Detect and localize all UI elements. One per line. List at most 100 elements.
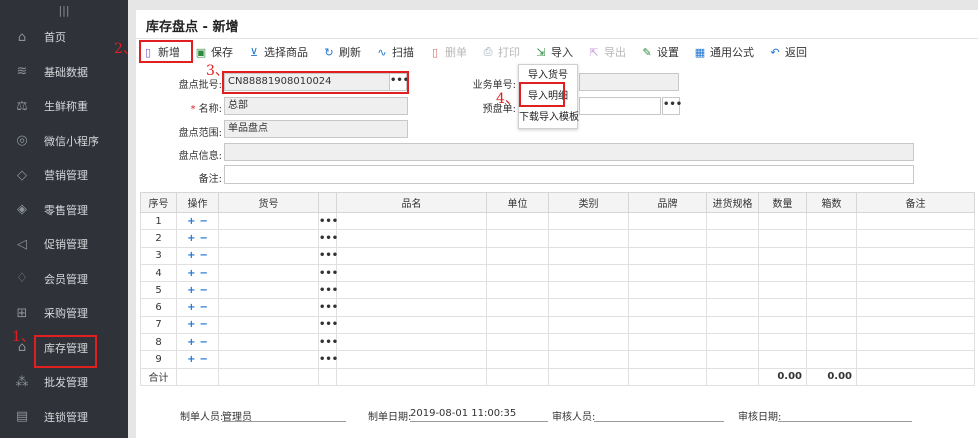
toolbar-button[interactable]: ▣ 保存 [189, 42, 242, 62]
table-cell[interactable] [548, 211, 629, 231]
table-cell[interactable] [548, 246, 629, 265]
table-cell[interactable] [856, 229, 975, 248]
table-cell[interactable] [706, 333, 759, 352]
add-row-icon[interactable]: + [187, 354, 195, 365]
table-cell[interactable] [548, 315, 629, 335]
table-cell[interactable] [706, 281, 759, 300]
item-code-cell[interactable] [218, 315, 319, 335]
table-cell[interactable] [758, 246, 807, 265]
sidebar-item[interactable]: ◇ 营销管理 [0, 158, 128, 193]
item-code-cell[interactable] [218, 298, 319, 317]
sidebar-item[interactable]: ⚖ 生鲜称重 [0, 89, 128, 124]
table-cell[interactable] [548, 263, 629, 283]
table-cell[interactable] [336, 298, 487, 317]
item-picker-button[interactable]: ••• [318, 298, 338, 317]
sidebar-item[interactable]: ▤ 连锁管理 [0, 400, 128, 435]
table-cell[interactable] [706, 263, 759, 283]
table-cell[interactable] [856, 333, 975, 352]
toolbar-button[interactable]: ↻ 刷新 [317, 42, 370, 62]
add-row-icon[interactable]: + [187, 319, 195, 330]
table-cell[interactable] [806, 350, 857, 369]
table-cell[interactable] [628, 246, 707, 265]
pre-count-input[interactable] [579, 97, 661, 115]
table-cell[interactable] [336, 350, 487, 369]
remove-row-icon[interactable]: − [200, 337, 208, 348]
table-cell[interactable] [628, 315, 707, 335]
table-cell[interactable] [856, 350, 975, 369]
table-cell[interactable] [336, 333, 487, 352]
table-cell[interactable] [486, 298, 549, 317]
table-cell[interactable] [706, 246, 759, 265]
remove-row-icon[interactable]: − [200, 233, 208, 244]
remove-row-icon[interactable]: − [200, 216, 208, 227]
item-code-cell[interactable] [218, 263, 319, 283]
table-cell[interactable] [706, 211, 759, 231]
sidebar-item[interactable]: ≋ 基础数据 [0, 55, 128, 90]
table-cell[interactable] [628, 229, 707, 248]
item-code-cell[interactable] [218, 229, 319, 248]
table-cell[interactable] [486, 211, 549, 231]
sidebar-item[interactable]: ♢ 会员管理 [0, 262, 128, 297]
toolbar-button[interactable]: ⇲ 导入 [529, 42, 582, 62]
range-input[interactable]: 单品盘点 [224, 120, 408, 138]
item-picker-button[interactable]: ••• [318, 315, 338, 335]
toolbar-button[interactable]: ▦ 通用公式 [688, 42, 763, 62]
info-input[interactable] [224, 143, 914, 161]
item-picker-button[interactable]: ••• [318, 281, 338, 300]
table-cell[interactable] [856, 298, 975, 317]
table-cell[interactable] [548, 281, 629, 300]
remove-row-icon[interactable]: − [200, 302, 208, 313]
table-cell[interactable] [856, 263, 975, 283]
add-row-icon[interactable]: + [187, 337, 195, 348]
table-cell[interactable] [806, 315, 857, 335]
table-cell[interactable] [758, 315, 807, 335]
table-cell[interactable] [548, 298, 629, 317]
table-cell[interactable] [806, 263, 857, 283]
table-cell[interactable] [486, 229, 549, 248]
remark-input[interactable] [224, 165, 914, 184]
table-cell[interactable] [548, 350, 629, 369]
add-row-icon[interactable]: + [187, 233, 195, 244]
table-cell[interactable] [758, 211, 807, 231]
toolbar-button[interactable]: ▯ 删单 [423, 42, 476, 62]
remove-row-icon[interactable]: − [200, 268, 208, 279]
table-cell[interactable] [758, 229, 807, 248]
table-cell[interactable] [486, 281, 549, 300]
item-picker-button[interactable]: ••• [318, 333, 338, 352]
toolbar-button[interactable]: ∿ 扫描 [370, 42, 423, 62]
table-cell[interactable] [486, 350, 549, 369]
table-cell[interactable] [336, 229, 487, 248]
table-cell[interactable] [486, 333, 549, 352]
table-cell[interactable] [628, 298, 707, 317]
table-cell[interactable] [806, 211, 857, 231]
table-cell[interactable] [706, 315, 759, 335]
remove-row-icon[interactable]: − [200, 250, 208, 261]
item-code-cell[interactable] [218, 211, 319, 231]
toolbar-button[interactable]: ⊻ 选择商品 [242, 42, 317, 62]
table-cell[interactable] [628, 211, 707, 231]
table-cell[interactable] [706, 350, 759, 369]
sidebar-collapse-icon[interactable]: ||| [0, 0, 128, 20]
sidebar-item[interactable]: ⌂ 首页 [0, 20, 128, 55]
table-cell[interactable] [336, 246, 487, 265]
remove-row-icon[interactable]: − [200, 319, 208, 330]
table-cell[interactable] [706, 298, 759, 317]
table-cell[interactable] [856, 281, 975, 300]
table-cell[interactable] [806, 229, 857, 248]
table-cell[interactable] [628, 333, 707, 352]
table-cell[interactable] [856, 211, 975, 231]
table-cell[interactable] [628, 350, 707, 369]
table-cell[interactable] [806, 281, 857, 300]
remove-row-icon[interactable]: − [200, 354, 208, 365]
table-cell[interactable] [856, 246, 975, 265]
table-cell[interactable] [758, 281, 807, 300]
add-row-icon[interactable]: + [187, 302, 195, 313]
table-cell[interactable] [628, 263, 707, 283]
item-picker-button[interactable]: ••• [318, 229, 338, 248]
table-cell[interactable] [628, 281, 707, 300]
table-cell[interactable] [548, 333, 629, 352]
table-cell[interactable] [336, 315, 487, 335]
business-no-input[interactable] [579, 73, 679, 91]
item-picker-button[interactable]: ••• [318, 350, 338, 369]
sidebar-item[interactable]: ◈ 零售管理 [0, 193, 128, 228]
